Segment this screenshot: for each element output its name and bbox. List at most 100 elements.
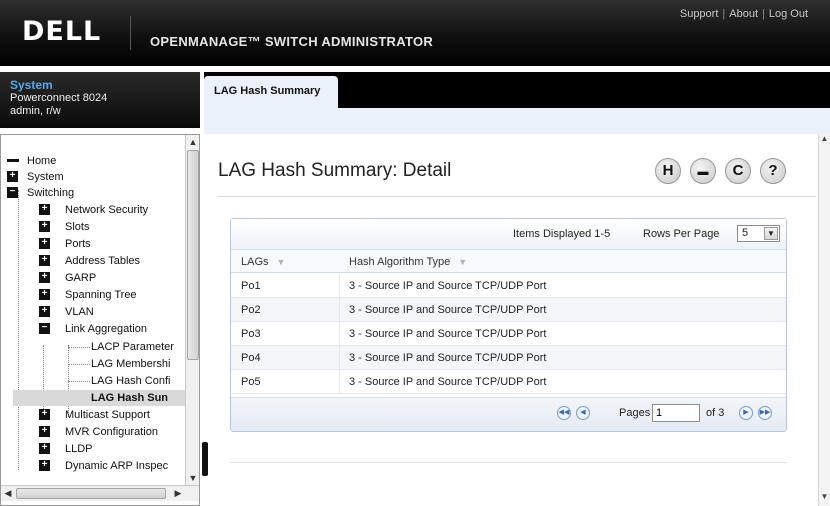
tree-item-label: LAG Membershi [91,358,171,370]
tree-item-link-aggregation[interactable]: − Link Aggregation [39,321,185,337]
tree-item-label: Switching [27,187,75,199]
expand-icon[interactable]: + [39,238,50,249]
expand-icon[interactable]: + [39,443,50,454]
last-page-icon[interactable]: ▶▶ [758,406,772,420]
expand-icon[interactable]: + [7,171,18,182]
support-link[interactable]: Support [680,8,719,20]
title-divider [218,196,816,197]
app-title: OPENMANAGE™ SWITCH ADMINISTRATOR [150,34,434,49]
column-header-lags[interactable]: LAGs ▼ [241,256,285,268]
collapse-icon[interactable]: − [39,323,50,334]
sort-icon[interactable]: ▼ [458,257,467,267]
tree-item-slots[interactable]: + Slots [39,219,185,235]
content-vertical-scrollbar[interactable]: ▲ ▼ [818,134,830,506]
lag-cell: Po5 [241,376,261,388]
table-row[interactable]: Po5 3 - Source IP and Source TCP/UDP Por… [231,370,786,394]
tab-label: LAG Hash Summary [214,85,321,97]
scroll-down-icon[interactable]: ▼ [186,471,199,485]
sort-icon[interactable]: ▼ [277,257,286,267]
scroll-up-icon[interactable]: ▲ [186,135,199,149]
tree-item-lacp-parameters[interactable]: LACP Parameter [91,339,185,355]
tree-item-ports[interactable]: + Ports [39,236,185,252]
page-number-input[interactable] [652,404,700,422]
first-page-icon[interactable]: ◀◀ [557,406,571,420]
expand-icon[interactable]: + [39,204,50,215]
tree-item-label: Network Security [65,204,149,216]
chevron-down-icon[interactable]: ▼ [764,227,778,240]
column-header-label: Hash Algorithm Type [349,256,451,268]
save-icon[interactable]: H [655,158,681,184]
about-link[interactable]: About [729,8,758,20]
logout-link[interactable]: Log Out [769,8,808,20]
table-row[interactable]: Po2 3 - Source IP and Source TCP/UDP Por… [231,298,786,322]
scrollbar-thumb[interactable] [16,488,166,499]
system-title: System [10,78,53,92]
tree-item-dynamic-arp-inspection[interactable]: + Dynamic ARP Inspec [39,458,185,474]
tree-vertical-scrollbar[interactable]: ▲ ▼ [185,135,199,485]
tree-item-label: LAG Hash Sun [91,392,169,404]
tree-item-lldp[interactable]: + LLDP [39,441,185,457]
table-header: LAGs ▼ Hash Algorithm Type ▼ [231,249,786,273]
refresh-icon[interactable]: C [725,158,751,184]
scroll-right-icon[interactable]: ▶ [171,486,185,501]
scrollbar-thumb[interactable] [187,150,199,360]
table-pager: ◀◀ ◀ Pages of 3 ▶ ▶▶ [231,397,786,431]
tree-item-system[interactable]: + System [7,169,177,185]
tree-item-label: VLAN [65,306,94,318]
panel-splitter-handle[interactable] [202,442,208,476]
tree-item-label: GARP [65,272,97,284]
tree-item-spanning-tree[interactable]: + Spanning Tree [39,287,185,303]
tree-item-switching[interactable]: − Switching [7,185,177,201]
rows-per-page-value: 5 [742,227,749,239]
rows-per-page-select[interactable]: 5 ▼ [737,225,780,242]
tree-item-label: MVR Configuration [65,426,158,438]
tree-item-label: Dynamic ARP Inspec [65,460,169,472]
expand-icon[interactable]: + [39,409,50,420]
tree-guide-line [68,347,90,348]
scroll-up-icon[interactable]: ▲ [819,134,830,143]
lag-hash-table: Items Displayed 1-5 Rows Per Page 5 ▼ LA… [230,218,787,432]
expand-icon[interactable]: + [39,306,50,317]
tree-item-vlan[interactable]: + VLAN [39,304,185,320]
table-row[interactable]: Po1 3 - Source IP and Source TCP/UDP Por… [231,274,786,298]
cell-divider [339,370,340,394]
expand-icon[interactable]: + [39,289,50,300]
system-user: admin, r/w [10,105,61,117]
tree-item-garp[interactable]: + GARP [39,270,185,286]
expand-icon[interactable]: + [39,272,50,283]
page-title: LAG Hash Summary: Detail [218,160,452,181]
next-page-icon[interactable]: ▶ [739,406,753,420]
system-model: Powerconnect 8024 [10,92,108,104]
cell-divider [339,298,340,322]
tree-item-lag-hash-config[interactable]: LAG Hash Confi [91,373,185,389]
cell-divider [339,322,340,346]
tree-guide-line [18,190,19,470]
hash-type-cell: 3 - Source IP and Source TCP/UDP Port [349,376,547,388]
rows-per-page-label: Rows Per Page [643,228,720,240]
help-icon[interactable]: ? [760,158,786,184]
expand-icon[interactable]: + [39,255,50,266]
table-row[interactable]: Po4 3 - Source IP and Source TCP/UDP Por… [231,346,786,370]
print-icon[interactable]: ▬ [690,158,716,184]
scroll-left-icon[interactable]: ◀ [1,486,15,501]
column-header-hash-algorithm[interactable]: Hash Algorithm Type ▼ [349,256,467,268]
tree-item-multicast-support[interactable]: + Multicast Support [39,407,185,423]
tree-item-mvr-configuration[interactable]: + MVR Configuration [39,424,185,440]
table-row[interactable]: Po3 3 - Source IP and Source TCP/UDP Por… [231,322,786,346]
tree-item-lag-hash-summary[interactable]: LAG Hash Sun [13,390,185,406]
expand-icon[interactable]: + [39,460,50,471]
tab-lag-hash-summary[interactable]: LAG Hash Summary [204,76,338,128]
expand-icon[interactable]: + [39,221,50,232]
collapse-icon[interactable]: − [7,187,18,198]
scroll-down-icon[interactable]: ▼ [819,492,830,501]
top-links: Support | About | Log Out [680,8,808,20]
column-header-label: LAGs [241,256,269,268]
tree-horizontal-scrollbar[interactable]: ◀ ▶ [1,485,199,501]
tree-guide-line [68,364,90,365]
previous-page-icon[interactable]: ◀ [576,406,590,420]
tree-item-lag-membership[interactable]: LAG Membershi [91,356,185,372]
tree-item-address-tables[interactable]: + Address Tables [39,253,185,269]
expand-icon[interactable]: + [39,426,50,437]
tree-item-label: Ports [65,238,91,250]
tree-item-network-security[interactable]: + Network Security [39,202,185,218]
